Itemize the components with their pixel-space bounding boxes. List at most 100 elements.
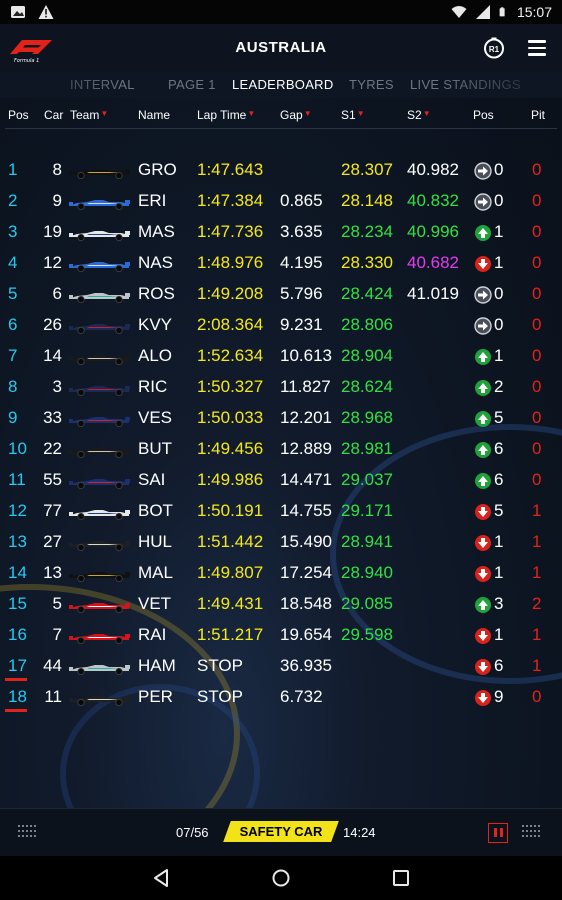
column-header-car[interactable]: Car — [44, 108, 63, 122]
gap-cell: 9.231 — [280, 315, 323, 334]
team-car-icon — [69, 293, 130, 303]
table-row[interactable]: 1 8 GRO 1:47.643 28.307 40.982 0 0 — [5, 155, 557, 186]
sector2-cell: 40.832 — [407, 191, 459, 210]
gap-cell: 10.613 — [280, 346, 332, 365]
lap-time-cell: 1:49.456 — [197, 439, 264, 458]
home-icon[interactable] — [271, 868, 291, 888]
tab-tyres[interactable]: TYRES — [349, 77, 394, 92]
table-row[interactable]: 18 11 PER STOP 6.732 9 0 — [5, 682, 557, 713]
arrow-down-icon — [475, 566, 491, 582]
table-row[interactable]: 8 3 RIC 1:50.327 11.827 28.624 2 0 — [5, 372, 557, 403]
arrow-down-icon — [475, 659, 491, 675]
table-row[interactable]: 15 5 VET 1:49.431 18.548 29.085 3 2 — [5, 589, 557, 620]
driver-name-cell: BUT — [138, 439, 172, 458]
team-car-icon — [69, 200, 130, 210]
table-row[interactable]: 6 26 KVY 2:08.364 9.231 28.806 0 0 — [5, 310, 557, 341]
position-change-cell: 3 — [494, 594, 504, 613]
recents-icon[interactable] — [391, 868, 411, 888]
tab-page-1[interactable]: PAGE 1 — [168, 77, 216, 92]
team-car-icon — [69, 386, 130, 396]
arrow-down-icon — [475, 256, 491, 272]
status-time: 15:07 — [516, 4, 552, 20]
gap-cell: 3.635 — [280, 222, 323, 241]
pit-count-cell: 0 — [532, 253, 542, 272]
sector1-cell: 28.330 — [341, 253, 393, 272]
column-header-s1-label: S1 — [341, 108, 356, 122]
gap-cell: 12.201 — [280, 408, 332, 427]
car-number-cell: 22 — [43, 439, 62, 458]
position-change-cell: 1 — [494, 346, 504, 365]
team-car-icon — [69, 541, 130, 551]
column-header-pos[interactable]: Pos — [8, 108, 29, 122]
tab-interval[interactable]: INTERVAL — [70, 77, 135, 92]
position-change-cell: 1 — [494, 563, 504, 582]
team-car-icon — [69, 510, 130, 520]
table-row[interactable]: 11 55 SAI 1:49.986 14.471 29.037 6 0 — [5, 465, 557, 496]
column-header-lap-time-label: Lap Time — [197, 108, 247, 122]
lap-time-cell: 1:48.976 — [197, 253, 264, 272]
grid-view-icon[interactable] — [18, 825, 38, 839]
column-header-s2[interactable]: S2▼ — [407, 108, 431, 122]
gap-cell: 18.548 — [280, 594, 332, 613]
column-header-team[interactable]: Team▼ — [70, 108, 108, 122]
leaderboard-table: Pos Car Team▼ Name Lap Time▼ Gap▼ S1▼ S2… — [5, 104, 557, 831]
header-divider — [5, 128, 557, 129]
menu-button[interactable] — [528, 40, 546, 56]
sector1-cell: 28.624 — [341, 377, 393, 396]
gap-cell: 4.195 — [280, 253, 323, 272]
table-row[interactable]: 7 14 ALO 1:52.634 10.613 28.904 1 0 — [5, 341, 557, 372]
lap-time-cell: 1:47.643 — [197, 160, 264, 179]
back-icon[interactable] — [152, 868, 172, 888]
car-number-cell: 55 — [43, 470, 62, 489]
column-header-lap-time[interactable]: Lap Time▼ — [197, 108, 255, 122]
position-change-cell: 0 — [494, 284, 504, 303]
team-car-icon — [69, 169, 130, 179]
round-r1-button[interactable]: R1 — [483, 37, 505, 59]
car-number-cell: 12 — [43, 253, 62, 272]
column-header-name[interactable]: Name — [138, 108, 170, 122]
table-row[interactable]: 17 44 HAM STOP 36.935 6 1 — [5, 651, 557, 682]
column-header-pit[interactable]: Pit — [531, 108, 545, 122]
gap-cell: 12.889 — [280, 439, 332, 458]
sector2-cell: 40.996 — [407, 222, 459, 241]
arrow-up-icon — [475, 473, 491, 489]
driver-name-cell: MAS — [138, 222, 175, 241]
pause-button[interactable] — [488, 823, 508, 843]
table-row[interactable]: 16 7 RAI 1:51.217 19.654 29.598 1 1 — [5, 620, 557, 651]
tab-live-standings[interactable]: LIVE STANDINGS — [410, 77, 521, 92]
driver-name-cell: MAL — [138, 563, 173, 582]
driver-name-cell: ROS — [138, 284, 175, 303]
menu-icon-bar — [528, 46, 546, 49]
table-row[interactable]: 13 27 HUL 1:51.442 15.490 28.941 1 1 — [5, 527, 557, 558]
warning-icon — [38, 5, 54, 19]
table-row[interactable]: 14 13 MAL 1:49.807 17.254 28.940 1 1 — [5, 558, 557, 589]
tab-leaderboard[interactable]: LEADERBOARD — [232, 77, 334, 92]
table-row[interactable]: 2 9 ERI 1:47.384 0.865 28.148 40.832 0 0 — [5, 186, 557, 217]
sector1-cell: 28.148 — [341, 191, 393, 210]
car-number-cell: 77 — [43, 501, 62, 520]
table-row[interactable]: 10 22 BUT 1:49.456 12.889 28.981 6 0 — [5, 434, 557, 465]
table-row[interactable]: 4 12 NAS 1:48.976 4.195 28.330 40.682 1 0 — [5, 248, 557, 279]
car-number-cell: 8 — [52, 160, 62, 179]
car-number-cell: 9 — [52, 191, 62, 210]
column-header-gap[interactable]: Gap▼ — [280, 108, 312, 122]
gap-cell: 6.732 — [280, 687, 323, 706]
column-header-pos-change[interactable]: Pos — [473, 108, 494, 122]
gap-cell: 17.254 — [280, 563, 332, 582]
position-change-cell: 6 — [494, 470, 504, 489]
team-car-icon — [69, 448, 130, 458]
table-row[interactable]: 3 19 MAS 1:47.736 3.635 28.234 40.996 1 0 — [5, 217, 557, 248]
table-row[interactable]: 5 6 ROS 1:49.208 5.796 28.424 41.019 0 0 — [5, 279, 557, 310]
column-header-s1[interactable]: S1▼ — [341, 108, 365, 122]
lap-time-cell: 1:51.217 — [197, 625, 264, 644]
arrow-down-icon — [475, 690, 491, 706]
sector1-cell: 28.307 — [341, 160, 393, 179]
table-row[interactable]: 12 77 BOT 1:50.191 14.755 29.171 5 1 — [5, 496, 557, 527]
arrow-down-icon — [475, 535, 491, 551]
app-header: Formula 1 AUSTRALIA R1 — [0, 24, 562, 72]
grid-view-icon[interactable] — [522, 825, 542, 839]
pit-count-cell: 0 — [532, 408, 542, 427]
position-change-cell: 1 — [494, 253, 504, 272]
table-row[interactable]: 9 33 VES 1:50.033 12.201 28.968 5 0 — [5, 403, 557, 434]
arrow-up-icon — [475, 349, 491, 365]
